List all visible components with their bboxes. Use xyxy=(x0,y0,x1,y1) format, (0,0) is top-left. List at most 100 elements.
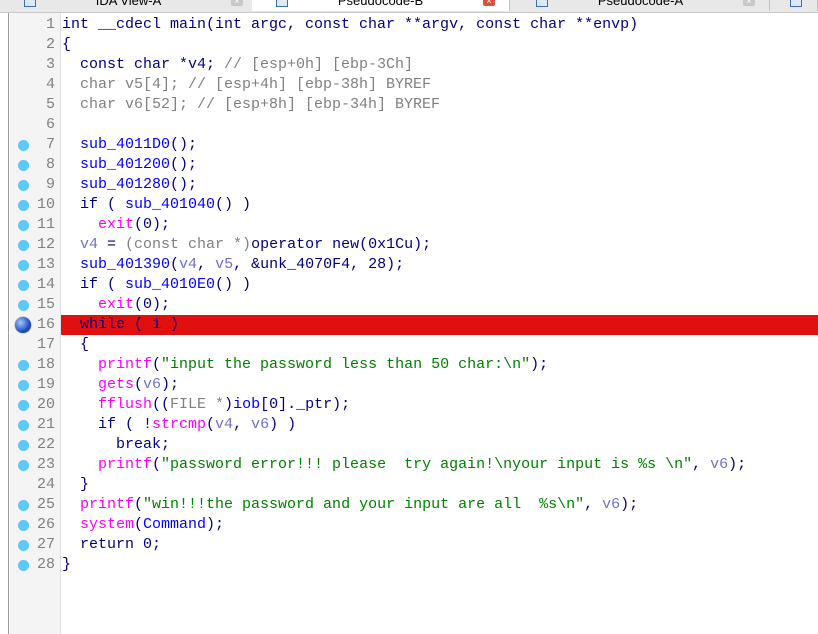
code-token: (); xyxy=(170,136,198,153)
breakpoint-marker-icon[interactable] xyxy=(18,360,29,371)
code-token: (( xyxy=(152,396,171,413)
line-number: 11 xyxy=(36,216,55,233)
code-token: "input the password less than 50 char:\n… xyxy=(161,356,531,373)
tab-ida view-a[interactable]: IDA View-A × xyxy=(0,0,258,11)
breakpoint-marker-icon[interactable] xyxy=(18,500,29,511)
line-number: 24 xyxy=(36,476,55,493)
breakpoint-marker-icon[interactable] xyxy=(18,160,29,171)
breakpoint-marker-icon[interactable] xyxy=(18,560,29,571)
code-text: gets(v6); xyxy=(61,375,818,395)
breakpoint-marker-icon[interactable] xyxy=(18,440,29,451)
breakpoint-marker-icon[interactable] xyxy=(18,520,29,531)
line-number: 4 xyxy=(45,76,55,93)
code-line[interactable]: 3 const char *v4; // [esp+0h] [ebp-3Ch] xyxy=(0,55,818,75)
breakpoint-marker-icon[interactable] xyxy=(18,540,29,551)
code-token: ( xyxy=(170,256,180,273)
pseudocode-icon xyxy=(276,0,288,7)
code-line[interactable]: 2{ xyxy=(0,35,818,55)
breakpoint-marker-icon[interactable] xyxy=(18,300,29,311)
tab-pseudocode-b[interactable]: Pseudocode-B × xyxy=(252,0,510,11)
breakpoint-marker-icon[interactable] xyxy=(18,240,29,251)
code-token: (const char *) xyxy=(125,236,252,253)
code-text: char v5[4]; // [esp+4h] [ebp-38h] BYREF xyxy=(61,75,818,95)
line-number: 22 xyxy=(36,436,55,453)
pseudocode-view[interactable]: 1 int __cdecl main(int argc, const char *… xyxy=(0,15,818,575)
code-line[interactable]: 18 printf("input the password less than … xyxy=(0,355,818,375)
line-number: 13 xyxy=(36,256,55,273)
code-token: ( xyxy=(134,516,144,533)
code-token: sub_401280 xyxy=(62,176,171,193)
code-line[interactable]: 10 if ( sub_401040() ) xyxy=(0,195,818,215)
code-token: , xyxy=(692,456,711,473)
breakpoint-marker-icon[interactable] xyxy=(18,200,29,211)
code-line[interactable]: 28} xyxy=(0,555,818,575)
code-token: printf xyxy=(62,456,153,473)
code-line[interactable]: 16 while ( 1 ) xyxy=(0,315,818,335)
code-line[interactable]: 4 char v5[4]; // [esp+4h] [ebp-38h] BYRE… xyxy=(0,75,818,95)
line-number: 21 xyxy=(36,416,55,433)
code-token: v5 xyxy=(215,256,234,273)
code-line[interactable]: 15 exit(0); xyxy=(0,295,818,315)
code-line[interactable]: 20 fflush((FILE *)iob[0]._ptr); xyxy=(0,395,818,415)
code-line[interactable]: 25 printf("win!!!the password and your i… xyxy=(0,495,818,515)
code-text: if ( sub_401040() ) xyxy=(61,195,818,215)
tab-pseudocode-a[interactable]: Pseudocode-A × xyxy=(512,0,770,11)
breakpoint-marker-icon[interactable] xyxy=(18,420,29,431)
code-token: ( xyxy=(134,496,144,513)
code-token: gets xyxy=(62,376,135,393)
view-icon xyxy=(790,0,802,7)
breakpoint-marker-icon[interactable] xyxy=(18,380,29,391)
code-token: const char *v4; xyxy=(62,56,225,73)
line-number: 8 xyxy=(45,156,55,173)
breakpoint-marker-icon[interactable] xyxy=(18,460,29,471)
tab-label: Pseudocode-A xyxy=(597,0,684,8)
code-token: fflush xyxy=(62,396,153,413)
code-line[interactable]: 21 if ( !strcmp(v4, v6) ) xyxy=(0,415,818,435)
code-text: system(Command); xyxy=(61,515,818,535)
code-text: sub_4011D0(); xyxy=(61,135,818,155)
code-line[interactable]: 12 v4 = (const char *)operator new(0x1Cu… xyxy=(0,235,818,255)
code-token: printf xyxy=(62,356,153,373)
code-token: Command xyxy=(143,516,207,533)
code-token: ( xyxy=(152,356,162,373)
code-line[interactable]: 19 gets(v6); xyxy=(0,375,818,395)
breakpoint-marker-icon[interactable] xyxy=(15,317,31,333)
breakpoint-marker-icon[interactable] xyxy=(18,180,29,191)
code-line[interactable]: 5 char v6[52]; // [esp+8h] [ebp-34h] BYR… xyxy=(0,95,818,115)
breakpoint-marker-icon[interactable] xyxy=(18,400,29,411)
code-line[interactable]: 13 sub_401390(v4, v5, &unk_4070F4, 28); xyxy=(0,255,818,275)
code-token: (); xyxy=(170,176,198,193)
code-token: if ( ! xyxy=(62,416,153,433)
code-line[interactable]: 14 if ( sub_4010E0() ) xyxy=(0,275,818,295)
new-tab-button[interactable] xyxy=(772,0,818,11)
code-line[interactable]: 23 printf("password error!!! please try … xyxy=(0,455,818,475)
code-line[interactable]: 26 system(Command); xyxy=(0,515,818,535)
code-text: sub_401280(); xyxy=(61,175,818,195)
code-line[interactable]: 8 sub_401200(); xyxy=(0,155,818,175)
code-text: exit(0); xyxy=(61,215,818,235)
code-line[interactable]: 17 { xyxy=(0,335,818,355)
close-icon[interactable]: × xyxy=(483,0,495,6)
code-line[interactable]: 24 } xyxy=(0,475,818,495)
code-token: if ( xyxy=(62,276,126,293)
breakpoint-marker-icon[interactable] xyxy=(18,280,29,291)
code-token: } xyxy=(62,556,72,573)
code-line[interactable]: 9 sub_401280(); xyxy=(0,175,818,195)
code-line[interactable]: 7 sub_4011D0(); xyxy=(0,135,818,155)
code-token: ) ) xyxy=(269,416,297,433)
code-token: exit xyxy=(62,296,135,313)
code-text: int __cdecl main(int argc, const char **… xyxy=(61,15,818,35)
close-icon[interactable]: × xyxy=(743,0,755,6)
code-line[interactable]: 22 break; xyxy=(0,435,818,455)
code-text: fflush((FILE *)iob[0]._ptr); xyxy=(61,395,818,415)
code-text: { xyxy=(61,35,818,55)
code-line[interactable]: 6 xyxy=(0,115,818,135)
breakpoint-marker-icon[interactable] xyxy=(18,260,29,271)
code-line[interactable]: 11 exit(0); xyxy=(0,215,818,235)
breakpoint-marker-icon[interactable] xyxy=(18,140,29,151)
close-icon[interactable]: × xyxy=(231,0,243,6)
code-line[interactable]: 1 int __cdecl main(int argc, const char *… xyxy=(0,15,818,35)
breakpoint-marker-icon[interactable] xyxy=(18,220,29,231)
code-line[interactable]: 27 return 0; xyxy=(0,535,818,555)
line-number: 17 xyxy=(36,336,55,353)
